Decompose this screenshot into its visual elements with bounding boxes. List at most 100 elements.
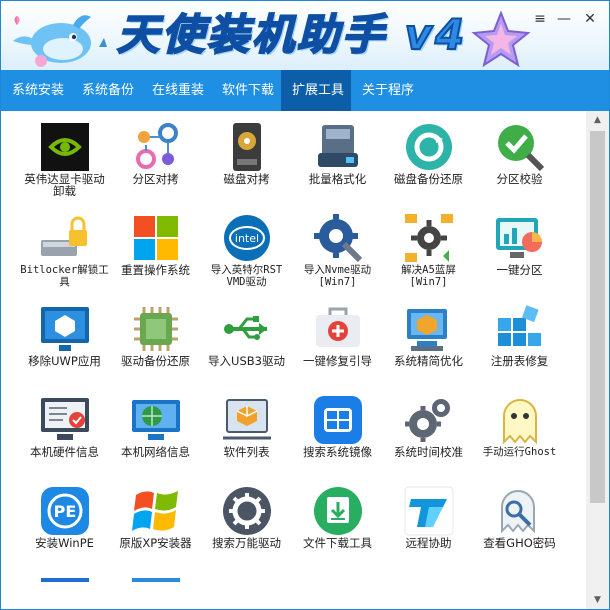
nvidia-icon xyxy=(41,123,89,171)
svg-text:PE: PE xyxy=(54,502,77,521)
partial-tool-icon xyxy=(41,578,89,582)
scroll-thumb[interactable] xyxy=(590,131,605,503)
time-sync-icon xyxy=(405,399,450,442)
scroll-down-button[interactable]: ▼ xyxy=(586,591,609,609)
tool-install-winpe[interactable]: PE 安装WinPE xyxy=(19,475,110,566)
menu-system-install[interactable]: 系统安装 xyxy=(1,70,71,111)
tool-intel-rst-driver[interactable]: intel 导入英特尔RST VMD驱动 xyxy=(201,202,292,293)
tool-label: Bitlocker解锁工具 xyxy=(20,264,109,288)
menu-extension-tools[interactable]: 扩展工具 xyxy=(281,70,351,111)
menu-about[interactable]: 关于程序 xyxy=(351,70,421,111)
tool-remote-assist[interactable]: 远程协助 xyxy=(383,475,474,566)
tool-label: 手动运行Ghost xyxy=(482,446,557,458)
tool-file-download[interactable]: 文件下载工具 xyxy=(292,475,383,566)
tool-label: 原版XP安装器 xyxy=(119,536,192,550)
tool-label: 导入英特尔RST VMD驱动 xyxy=(210,264,283,288)
title-banner: 天使装机助手 v4 ≡ — ✕ xyxy=(1,1,609,70)
main-menu-bar: 系统安装 系统备份 在线重装 软件下载 扩展工具 关于程序 xyxy=(1,70,609,111)
tool-label: 系统精简优化 xyxy=(394,354,463,368)
tool-system-optimize[interactable]: 系统精简优化 xyxy=(383,293,474,384)
tool-label: 系统时间校准 xyxy=(394,445,463,459)
scroll-up-button[interactable]: ▲ xyxy=(586,111,609,129)
tool-reset-os[interactable]: 重置操作系统 xyxy=(110,202,201,293)
close-button[interactable]: ✕ xyxy=(579,9,601,29)
tool-nvidia-uninstall[interactable]: 英伟达显卡驱动卸载 xyxy=(19,111,110,202)
menu-system-backup[interactable]: 系统备份 xyxy=(71,70,141,111)
windows-xp-icon xyxy=(132,491,178,531)
tool-label: 分区对拷 xyxy=(132,172,179,186)
dolphin-mascot-icon xyxy=(13,15,107,67)
tool-boot-repair[interactable]: 一键修复引导 xyxy=(292,293,383,384)
partition-check-icon xyxy=(498,125,545,172)
tool-one-click-partition[interactable]: 一键分区 xyxy=(474,202,565,293)
search-image-icon xyxy=(314,396,362,444)
bluescreen-fix-icon xyxy=(405,214,453,262)
minimize-button[interactable]: — xyxy=(553,9,575,29)
remove-uwp-icon xyxy=(41,307,89,351)
tool-label: 重置操作系统 xyxy=(121,263,190,277)
tool-registry-repair[interactable]: 注册表修复 xyxy=(474,293,565,384)
tool-label: 解决A5蓝屏 [Win7] xyxy=(401,264,456,288)
tool-xp-installer[interactable]: 原版XP安装器 xyxy=(110,475,201,566)
tool-partition-copy[interactable]: 分区对拷 xyxy=(110,111,201,202)
tool-label: 导入Nvme驱动 [Win7] xyxy=(303,264,372,288)
tool-usb3-driver[interactable]: 导入USB3驱动 xyxy=(201,293,292,384)
tool-run-ghost[interactable]: 手动运行Ghost xyxy=(474,384,565,475)
tool-bitlocker-unlock[interactable]: Bitlocker解锁工具 xyxy=(19,202,110,293)
tool-label: 文件下载工具 xyxy=(303,536,372,550)
tool-batch-format[interactable]: 批量格式化 xyxy=(292,111,383,202)
universal-driver-icon xyxy=(223,487,271,535)
tool-label: 本机网络信息 xyxy=(121,445,190,459)
batch-format-icon xyxy=(318,125,358,167)
ghost-icon xyxy=(503,399,537,445)
tool-disk-backup-restore[interactable]: 磁盘备份还原 xyxy=(383,111,474,202)
tool-view-gho-password[interactable]: 查看GHO密码 xyxy=(474,475,565,566)
tool-nvme-driver[interactable]: 导入Nvme驱动 [Win7] xyxy=(292,202,383,293)
tool-hardware-info[interactable]: 本机硬件信息 xyxy=(19,384,110,475)
winpe-icon: PE xyxy=(41,487,89,535)
svg-text:intel: intel xyxy=(235,232,259,245)
tool-bluescreen-fix[interactable]: 解决A5蓝屏 [Win7] xyxy=(383,202,474,293)
hardware-info-icon xyxy=(41,398,89,440)
app-window: 天使装机助手 v4 ≡ — ✕ 系统安装 系统备份 在线重装 软件下载 扩展工具… xyxy=(0,0,610,610)
menu-icon[interactable]: ≡ xyxy=(529,9,551,29)
tool-software-list[interactable]: 软件列表 xyxy=(201,384,292,475)
menu-online-reinstall[interactable]: 在线重装 xyxy=(141,70,211,111)
tool-search-system-image[interactable]: 搜索系统镜像 xyxy=(292,384,383,475)
tool-remove-uwp[interactable]: 移除UWP应用 xyxy=(19,293,110,384)
tool-label: 软件列表 xyxy=(223,445,270,459)
tool-driver-backup-restore[interactable]: 驱动备份还原 xyxy=(110,293,201,384)
tool-label: 远程协助 xyxy=(405,536,452,550)
menu-software-download[interactable]: 软件下载 xyxy=(211,70,281,111)
tool-label: 英伟达显卡驱动卸载 xyxy=(24,172,105,198)
tool-disk-copy[interactable]: 磁盘对拷 xyxy=(201,111,292,202)
registry-repair-icon xyxy=(498,305,541,346)
tool-partial-row[interactable] xyxy=(110,566,201,609)
tool-label: 分区校验 xyxy=(496,172,543,186)
tool-partition-check[interactable]: 分区校验 xyxy=(474,111,565,202)
vertical-scrollbar[interactable]: ▲ ▼ xyxy=(586,111,609,609)
tool-label: 批量格式化 xyxy=(308,172,367,186)
tool-label: 磁盘备份还原 xyxy=(394,172,463,186)
tool-label: 一键修复引导 xyxy=(303,354,372,368)
partial-tool-icon xyxy=(132,578,180,582)
tool-time-sync[interactable]: 系统时间校准 xyxy=(383,384,474,475)
file-download-icon xyxy=(314,487,362,535)
driver-backup-icon xyxy=(134,307,178,351)
tool-partial-row[interactable] xyxy=(19,566,110,609)
tool-label: 导入USB3驱动 xyxy=(208,354,285,368)
tool-network-info[interactable]: 本机网络信息 xyxy=(110,384,201,475)
windows-logo-icon xyxy=(134,216,178,260)
tool-label: 移除UWP应用 xyxy=(28,354,101,368)
software-list-icon xyxy=(223,399,271,440)
one-click-partition-icon xyxy=(496,218,542,258)
remote-assist-icon xyxy=(404,486,454,536)
disk-backup-restore-icon xyxy=(406,124,452,170)
tool-search-universal-driver[interactable]: 搜索万能驱动 xyxy=(201,475,292,566)
app-title: 天使装机助手 v4 xyxy=(116,9,468,60)
partition-copy-icon xyxy=(136,123,178,169)
tool-label: 查看GHO密码 xyxy=(483,536,556,550)
boot-repair-icon xyxy=(316,307,360,347)
tools-panel: 英伟达显卡驱动卸载 分区对拷 磁盘对拷 批量格式化 磁盘备份还原 分区校验 Bi… xyxy=(1,111,586,609)
disk-copy-icon xyxy=(233,123,261,171)
